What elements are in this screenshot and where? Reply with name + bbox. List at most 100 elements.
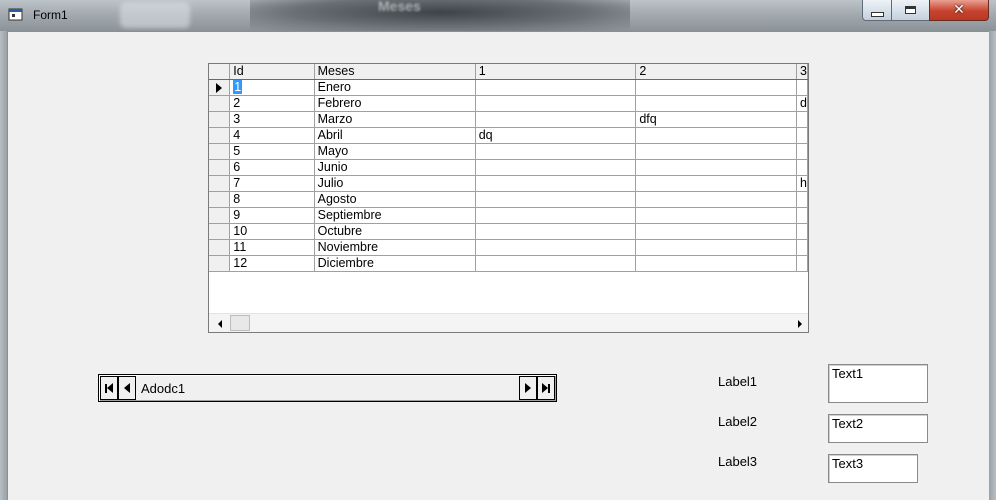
- row-selector-cell[interactable]: [209, 143, 231, 160]
- minimize-button[interactable]: [862, 0, 892, 21]
- cell-meses[interactable]: Agosto: [314, 191, 476, 208]
- row-selector-cell[interactable]: [209, 95, 231, 112]
- cell-col2[interactable]: [635, 159, 797, 176]
- cell-col2[interactable]: [635, 175, 797, 192]
- cell-id[interactable]: 12: [229, 255, 315, 272]
- cell-meses[interactable]: Septiembre: [314, 207, 476, 224]
- row-selector-cell[interactable]: [209, 223, 231, 240]
- table-row[interactable]: 7 Julio h: [209, 175, 808, 192]
- cell-col1[interactable]: [475, 159, 637, 176]
- previous-record-button[interactable]: [118, 376, 136, 400]
- table-row[interactable]: 2 Febrero d: [209, 95, 808, 112]
- text2-field[interactable]: Text2: [828, 414, 928, 443]
- scroll-thumb[interactable]: [230, 315, 250, 331]
- cell-col2[interactable]: [635, 239, 797, 256]
- table-row[interactable]: 4 Abril dq: [209, 127, 808, 144]
- row-selector-cell[interactable]: [209, 79, 231, 96]
- cell-col1[interactable]: [475, 191, 637, 208]
- row-selector-cell[interactable]: [209, 255, 231, 272]
- row-selector-cell[interactable]: [209, 111, 231, 128]
- column-header-2[interactable]: 2: [635, 64, 797, 80]
- cell-col3[interactable]: h: [796, 175, 808, 192]
- cell-id[interactable]: 9: [229, 207, 315, 224]
- cell-col1[interactable]: [475, 143, 637, 160]
- row-selector-cell[interactable]: [209, 159, 231, 176]
- cell-col1[interactable]: [475, 255, 637, 272]
- cell-col2[interactable]: [635, 191, 797, 208]
- row-selector-cell[interactable]: [209, 207, 231, 224]
- table-row[interactable]: 5 Mayo: [209, 143, 808, 160]
- cell-col3[interactable]: [796, 207, 808, 224]
- data-grid[interactable]: Id Meses 1 2 3 1 Enero 2 Febrero d 3 Marzo dfq 4…: [208, 63, 809, 333]
- cell-col2[interactable]: [635, 223, 797, 240]
- cell-col3[interactable]: [796, 255, 808, 272]
- cell-meses[interactable]: Febrero: [314, 95, 476, 112]
- cell-meses[interactable]: Julio: [314, 175, 476, 192]
- table-row[interactable]: 11 Noviembre: [209, 239, 808, 256]
- cell-id[interactable]: 5: [229, 143, 315, 160]
- cell-col2[interactable]: [635, 95, 797, 112]
- cell-meses[interactable]: Abril: [314, 127, 476, 144]
- cell-col3[interactable]: [796, 191, 808, 208]
- table-row[interactable]: 9 Septiembre: [209, 207, 808, 224]
- cell-id[interactable]: 1: [229, 79, 315, 96]
- cell-col1[interactable]: [475, 95, 637, 112]
- first-record-button[interactable]: [100, 376, 118, 400]
- text1-field[interactable]: Text1: [828, 364, 928, 403]
- cell-meses[interactable]: Noviembre: [314, 239, 476, 256]
- cell-meses[interactable]: Octubre: [314, 223, 476, 240]
- cell-col1[interactable]: [475, 239, 637, 256]
- adodc-navigator[interactable]: Adodc1: [98, 374, 557, 402]
- table-row[interactable]: 6 Junio: [209, 159, 808, 176]
- cell-col2[interactable]: [635, 255, 797, 272]
- cell-id[interactable]: 10: [229, 223, 315, 240]
- cell-col3[interactable]: [796, 239, 808, 256]
- row-selector-cell[interactable]: [209, 175, 231, 192]
- maximize-button[interactable]: [891, 0, 930, 21]
- scroll-right-button[interactable]: [791, 315, 808, 332]
- cell-meses[interactable]: Enero: [314, 79, 476, 96]
- cell-id[interactable]: 3: [229, 111, 315, 128]
- cell-col3[interactable]: [796, 223, 808, 240]
- cell-col2[interactable]: dfq: [635, 111, 797, 128]
- cell-id[interactable]: 4: [229, 127, 315, 144]
- row-selector-cell[interactable]: [209, 191, 231, 208]
- cell-meses[interactable]: Diciembre: [314, 255, 476, 272]
- cell-meses[interactable]: Marzo: [314, 111, 476, 128]
- cell-id[interactable]: 7: [229, 175, 315, 192]
- close-button[interactable]: ✕: [929, 0, 989, 21]
- cell-col3[interactable]: [796, 79, 808, 96]
- cell-id[interactable]: 2: [229, 95, 315, 112]
- table-row[interactable]: 12 Diciembre: [209, 255, 808, 272]
- scroll-left-button[interactable]: [211, 315, 228, 332]
- table-row[interactable]: 8 Agosto: [209, 191, 808, 208]
- cell-col1[interactable]: [475, 79, 637, 96]
- cell-col3[interactable]: [796, 159, 808, 176]
- cell-col1[interactable]: [475, 207, 637, 224]
- cell-col1[interactable]: dq: [475, 127, 637, 144]
- last-record-button[interactable]: [537, 376, 555, 400]
- column-header-id[interactable]: Id: [229, 64, 315, 80]
- cell-meses[interactable]: Mayo: [314, 143, 476, 160]
- horizontal-scrollbar[interactable]: [209, 313, 808, 332]
- cell-col1[interactable]: [475, 111, 637, 128]
- cell-col3[interactable]: [796, 127, 808, 144]
- cell-col3[interactable]: [796, 143, 808, 160]
- row-selector-cell[interactable]: [209, 239, 231, 256]
- text3-field[interactable]: Text3: [828, 454, 918, 483]
- cell-id[interactable]: 11: [229, 239, 315, 256]
- cell-col3[interactable]: [796, 111, 808, 128]
- column-header-3[interactable]: 3: [796, 64, 808, 80]
- cell-col2[interactable]: [635, 143, 797, 160]
- column-header-1[interactable]: 1: [475, 64, 637, 80]
- title-bar[interactable]: Meses Form1 ✕: [0, 0, 996, 31]
- cell-meses[interactable]: Junio: [314, 159, 476, 176]
- cell-col2[interactable]: [635, 127, 797, 144]
- table-row[interactable]: 1 Enero: [209, 79, 808, 96]
- row-selector-cell[interactable]: [209, 127, 231, 144]
- cell-id[interactable]: 8: [229, 191, 315, 208]
- cell-id[interactable]: 6: [229, 159, 315, 176]
- cell-col3[interactable]: d: [796, 95, 808, 112]
- cell-col1[interactable]: [475, 223, 637, 240]
- cell-col1[interactable]: [475, 175, 637, 192]
